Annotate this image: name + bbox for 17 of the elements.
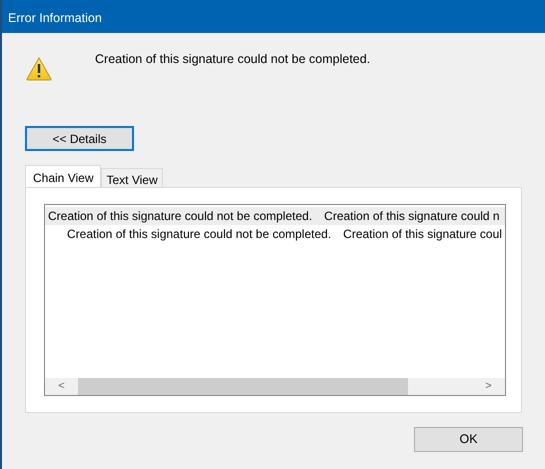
row-label: Creation of this signature could not be completed.	[67, 226, 332, 243]
window-title: Error Information	[2, 0, 545, 33]
ok-button[interactable]: OK	[414, 427, 523, 452]
scroll-thumb[interactable]	[78, 378, 408, 395]
error-message: Creation of this signature could not be completed.	[95, 51, 370, 68]
tab[interactable]: Text View	[101, 168, 163, 187]
row-detail: Creation of this signature could n	[324, 208, 500, 225]
warning-icon	[26, 57, 52, 81]
scroll-right-button[interactable]: >	[472, 378, 505, 395]
tree-row[interactable]: Creation of this signature could not be completed. Creation of this signature coul	[45, 225, 505, 243]
tree-row[interactable]: Creation of this signature could not be completed. Creation of this signature could n	[45, 207, 505, 225]
row-detail: Creation of this signature coul	[343, 226, 502, 243]
row-label: Creation of this signature could not be completed.	[48, 208, 312, 225]
horizontal-scrollbar[interactable]: < >	[45, 378, 505, 395]
tab[interactable]: Chain View	[25, 165, 102, 187]
details-button[interactable]: << Details	[25, 126, 134, 151]
scroll-left-button[interactable]: <	[45, 378, 78, 395]
